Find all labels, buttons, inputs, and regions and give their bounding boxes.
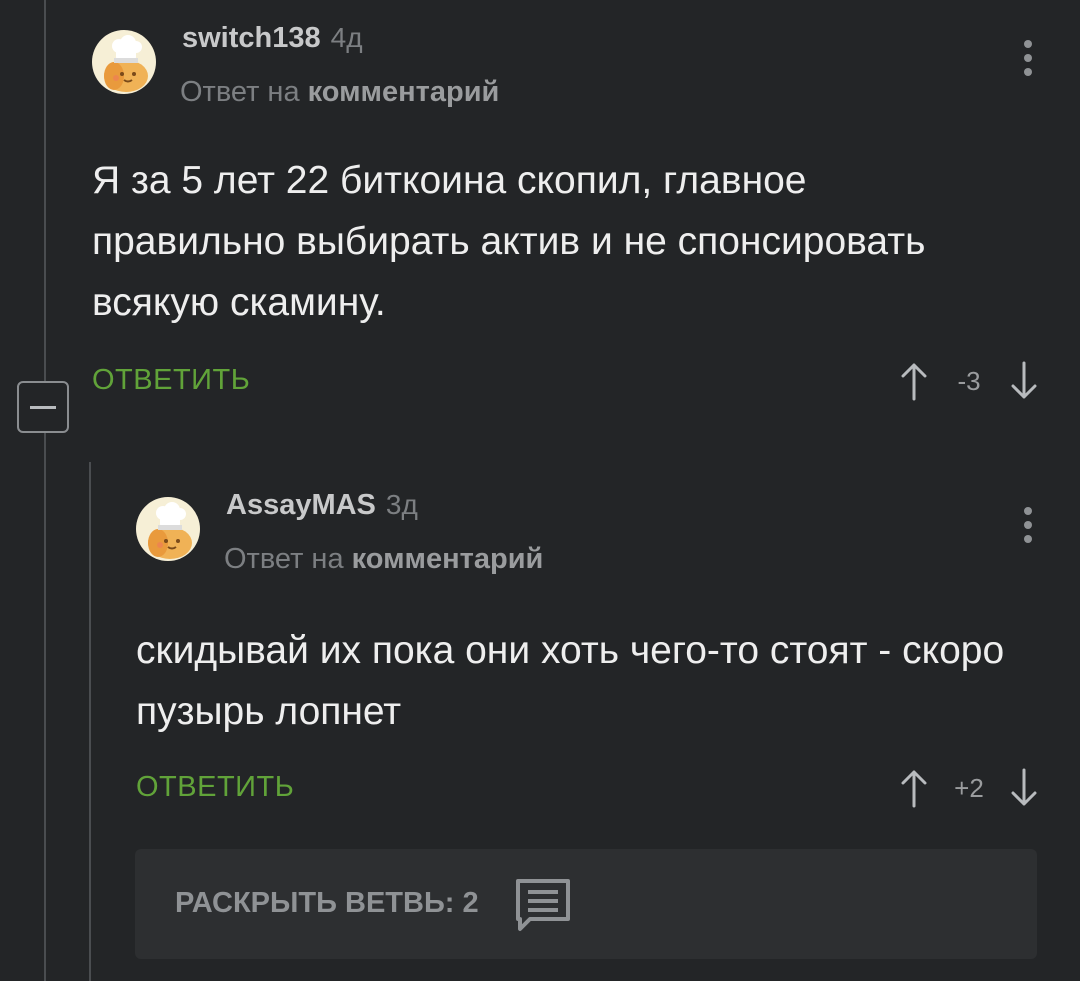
comment-age: 4д [330,22,363,53]
comment-author[interactable]: switch138 4д [182,22,363,55]
comment-thread: switch138 4д Ответ на комментарий Я за 5 … [0,0,1080,981]
arrow-down-icon[interactable] [1010,361,1038,401]
arrow-up-icon[interactable] [900,768,928,808]
reply-to-link[interactable]: комментарий [352,543,544,575]
vote-controls: -3 [900,358,1038,404]
collapse-branch-button[interactable] [17,381,69,433]
default-avatar-icon [148,502,192,559]
more-vertical-icon [1018,40,1038,76]
nested-thread-line[interactable] [89,462,91,981]
comment-age: 3д [385,489,418,520]
arrow-up-icon[interactable] [900,361,928,401]
username-text[interactable]: AssayMAS [226,489,376,521]
avatar[interactable] [92,30,156,94]
expand-branch-label: РАСКРЫТЬ ВЕТВЬ: 2 [175,887,479,919]
comment-rating: -3 [957,365,981,396]
reply-button[interactable]: ОТВЕТИТЬ [136,771,294,804]
more-vertical-icon [1018,507,1038,543]
arrow-down-icon[interactable] [1010,768,1038,808]
avatar[interactable] [136,497,200,561]
reply-to-prefix: Ответ на [180,76,300,108]
default-avatar-icon [104,35,148,92]
reply-button[interactable]: ОТВЕТИТЬ [92,364,250,397]
comment-text: Я за 5 лет 22 биткоина скопил, главное п… [92,159,926,324]
comment-icon [516,879,570,931]
reply-to-line: Ответ на комментарий [224,543,543,576]
more-options-button[interactable] [1018,40,1038,84]
comment-text: скидывай их пока они хоть чего-то стоят … [136,629,1005,733]
expand-branch-button[interactable]: РАСКРЫТЬ ВЕТВЬ: 2 [135,849,1037,959]
reply-to-line: Ответ на комментарий [180,76,499,109]
comment-rating: +2 [954,772,984,803]
thread-line[interactable] [44,0,46,981]
comment-author[interactable]: AssayMAS 3д [226,489,418,522]
vote-controls: +2 [900,765,1038,811]
reply-to-link[interactable]: комментарий [308,76,500,108]
more-options-button[interactable] [1018,507,1038,551]
reply-to-prefix: Ответ на [224,543,344,575]
username-text[interactable]: switch138 [182,22,321,54]
